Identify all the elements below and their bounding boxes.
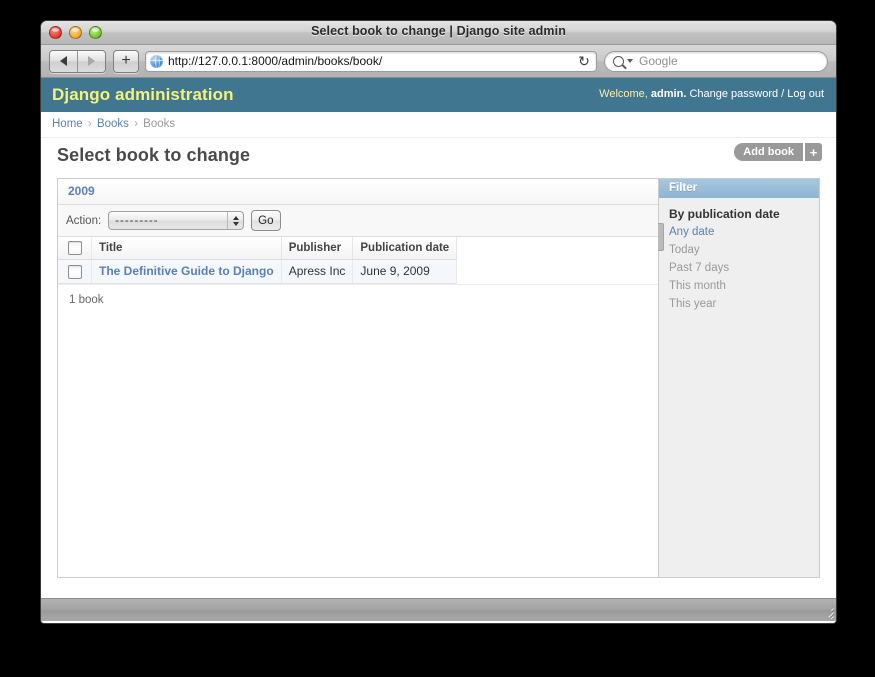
breadcrumb-separator: › — [134, 118, 138, 130]
filter-option-today[interactable]: Today — [659, 241, 819, 259]
filter-group-title: By publication date — [669, 207, 780, 221]
browser-toolbar: + http://127.0.0.1:8000/admin/books/book… — [41, 45, 836, 78]
paginator: 1 book — [58, 283, 658, 315]
globe-icon — [150, 54, 163, 68]
reload-icon[interactable]: ↻ — [574, 54, 594, 68]
page-title: Select book to change — [57, 145, 251, 165]
search-input[interactable]: Google — [604, 50, 828, 72]
logout-link[interactable]: Log out — [787, 88, 824, 100]
chevron-up-icon — [232, 215, 239, 220]
actions-bar: Action: --------- Go — [58, 205, 658, 237]
django-header: Django administration Welcome, admin. Ch… — [41, 78, 836, 112]
filter-option-any-date[interactable]: Any date — [659, 223, 819, 241]
new-tab-button[interactable]: + — [113, 49, 139, 73]
content-header: Select book to change Add book + — [41, 138, 836, 178]
breadcrumb-item-current: Books — [143, 118, 176, 130]
action-select-value: --------- — [115, 214, 159, 227]
results-table: Title Publisher Publication date The Def… — [58, 237, 458, 284]
desktop-background: Select book to change | Django site admi… — [0, 0, 875, 677]
select-all-header[interactable] — [58, 237, 92, 260]
chevron-down-icon — [627, 59, 633, 63]
filter-heading: Filter — [659, 179, 819, 198]
changelist-group-header: 2009 — [58, 179, 658, 205]
navigation-buttons — [49, 49, 106, 73]
filter-option-past-7-days[interactable]: Past 7 days — [659, 259, 819, 277]
user-tools-separator: / — [781, 88, 785, 100]
filter-sidebar: Filter By publication date Any date Toda… — [658, 178, 820, 578]
page-viewport: Django administration Welcome, admin. Ch… — [41, 78, 836, 598]
cell-title: The Definitive Guide to Django — [91, 259, 282, 284]
browser-window: Select book to change | Django site admi… — [40, 20, 837, 624]
column-header-title[interactable]: Title — [91, 237, 282, 260]
main-content: 2009 Action: --------- Go Title Publishe… — [57, 178, 820, 578]
forward-button[interactable] — [77, 50, 105, 72]
column-header-publication-date[interactable]: Publication date — [352, 237, 458, 260]
breadcrumb-item-home[interactable]: Home — [52, 118, 83, 130]
site-branding: Django administration — [52, 85, 234, 104]
change-password-link[interactable]: Change password — [689, 88, 778, 100]
plus-icon: + — [803, 143, 822, 161]
add-book-label: Add book — [734, 143, 803, 161]
window-statusbar — [41, 598, 836, 621]
chevron-down-icon — [232, 221, 239, 226]
breadcrumb-item-books-app[interactable]: Books — [97, 118, 129, 130]
changelist-panel: 2009 Action: --------- Go Title Publishe… — [57, 178, 658, 578]
filter-option-this-year[interactable]: This year — [659, 295, 819, 313]
forward-arrow-icon — [88, 56, 95, 66]
search-icon — [613, 55, 624, 67]
table-row: The Definitive Guide to Django Apress In… — [58, 259, 458, 284]
window-title: Select book to change | Django site admi… — [311, 24, 566, 38]
book-title-link[interactable]: The Definitive Guide to Django — [99, 264, 274, 278]
filter-toggle-handle[interactable] — [658, 223, 664, 251]
filter-option-this-month[interactable]: This month — [659, 277, 819, 295]
address-bar[interactable]: http://127.0.0.1:8000/admin/books/book/ … — [145, 50, 597, 72]
select-all-checkbox[interactable] — [68, 241, 82, 255]
action-label: Action: — [66, 214, 102, 227]
cell-publication-date: June 9, 2009 — [352, 259, 458, 284]
column-header-publisher[interactable]: Publisher — [281, 237, 354, 260]
stepper-icon — [227, 212, 243, 229]
breadcrumb: Home › Books › Books — [41, 112, 836, 138]
back-button[interactable] — [50, 50, 77, 72]
window-titlebar[interactable]: Select book to change | Django site admi… — [41, 21, 836, 45]
filter-options-list: Any date Today Past 7 days This month Th… — [659, 223, 819, 313]
action-select[interactable]: --------- — [108, 211, 245, 230]
back-arrow-icon — [60, 56, 67, 66]
resize-grip-icon[interactable] — [821, 606, 834, 619]
table-header-row: Title Publisher Publication date — [58, 237, 458, 260]
welcome-text: Welcome, admin. — [599, 88, 687, 100]
row-checkbox[interactable] — [68, 264, 82, 279]
row-select-cell[interactable] — [58, 259, 92, 284]
search-engine-label: Google — [639, 54, 678, 68]
breadcrumb-separator: › — [87, 118, 92, 130]
username-label: admin. — [650, 88, 687, 100]
add-book-button[interactable]: Add book + — [734, 143, 822, 161]
user-tools: Welcome, admin. Change password / Log ou… — [599, 88, 824, 100]
cell-publisher: Apress Inc — [281, 259, 354, 284]
go-button[interactable]: Go — [251, 210, 281, 231]
address-bar-url: http://127.0.0.1:8000/admin/books/book/ — [168, 54, 383, 68]
